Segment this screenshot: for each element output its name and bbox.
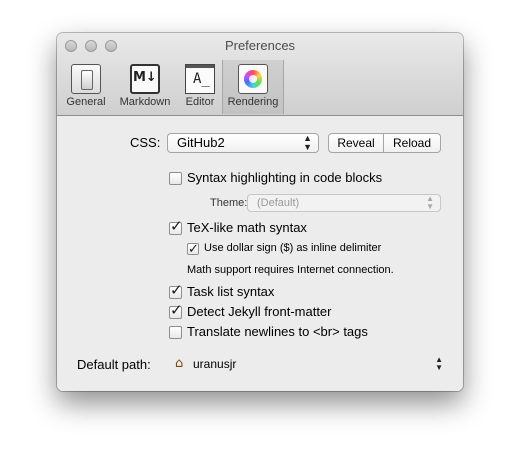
color-wheel-icon bbox=[238, 64, 268, 94]
preferences-window: Preferences General M↓ Markdown A_ Edito… bbox=[57, 33, 463, 391]
default-path-popup[interactable]: ⌂ uranusjr ▲ ▼ bbox=[171, 354, 443, 374]
theme-popup[interactable]: (Default) ▲ ▼ bbox=[247, 194, 441, 212]
syntax-highlighting-checkbox[interactable] bbox=[169, 172, 182, 185]
math-support-note: Math support requires Internet connectio… bbox=[187, 264, 394, 276]
reload-button[interactable]: Reload bbox=[383, 133, 441, 153]
toolbar-tab-general[interactable]: General bbox=[63, 60, 109, 114]
updown-arrows-icon: ▲ ▼ bbox=[426, 194, 434, 211]
rendering-pane: CSS: GitHub2 ▲ ▼ Reveal Reload Syntax hig… bbox=[57, 116, 463, 391]
toolbar-label-general: General bbox=[66, 96, 106, 108]
markdown-icon: M↓ bbox=[130, 64, 160, 94]
dollar-sign-checkbox[interactable]: ✓ bbox=[187, 241, 199, 256]
toolbar-tab-editor[interactable]: A_ Editor bbox=[179, 60, 221, 114]
toolbar-label-editor: Editor bbox=[185, 96, 215, 108]
updown-arrows-icon: ▲ ▼ bbox=[303, 133, 312, 152]
window-title: Preferences bbox=[224, 38, 296, 53]
tex-math-checkbox[interactable]: ✓ bbox=[169, 218, 183, 235]
jekyll-label: Detect Jekyll front-matter bbox=[187, 304, 332, 319]
default-path-label: Default path: bbox=[77, 357, 151, 372]
css-label: CSS: bbox=[130, 135, 161, 150]
updown-arrows-icon: ▲ ▼ bbox=[435, 355, 443, 372]
tex-math-label: TeX-like math syntax bbox=[187, 220, 307, 235]
task-list-label: Task list syntax bbox=[187, 284, 275, 299]
switch-icon bbox=[71, 64, 101, 94]
toolbar-tab-rendering[interactable]: Rendering bbox=[222, 60, 284, 114]
toolbar-label-rendering: Rendering bbox=[227, 96, 279, 108]
dollar-sign-label: Use dollar sign ($) as inline delimiter bbox=[204, 242, 382, 254]
syntax-highlighting-label: Syntax highlighting in code blocks bbox=[187, 170, 383, 185]
task-list-checkbox[interactable]: ✓ bbox=[169, 282, 183, 299]
titlebar: Preferences General M↓ Markdown A_ Edito… bbox=[57, 33, 463, 116]
newlines-label: Translate newlines to <br> tags bbox=[187, 324, 368, 339]
home-icon: ⌂ bbox=[175, 356, 184, 371]
newlines-checkbox[interactable] bbox=[169, 326, 182, 339]
reveal-button[interactable]: Reveal bbox=[328, 133, 384, 153]
default-path-value: uranusjr bbox=[193, 357, 237, 371]
toolbar-tab-markdown[interactable]: M↓ Markdown bbox=[114, 60, 176, 114]
theme-label: Theme: bbox=[210, 197, 248, 209]
editor-icon: A_ bbox=[185, 64, 215, 94]
toolbar-label-markdown: Markdown bbox=[119, 96, 171, 108]
jekyll-checkbox[interactable]: ✓ bbox=[169, 302, 183, 319]
css-popup[interactable]: GitHub2 ▲ ▼ bbox=[167, 133, 319, 153]
css-popup-value: GitHub2 bbox=[177, 135, 225, 150]
theme-popup-value: (Default) bbox=[257, 197, 300, 209]
